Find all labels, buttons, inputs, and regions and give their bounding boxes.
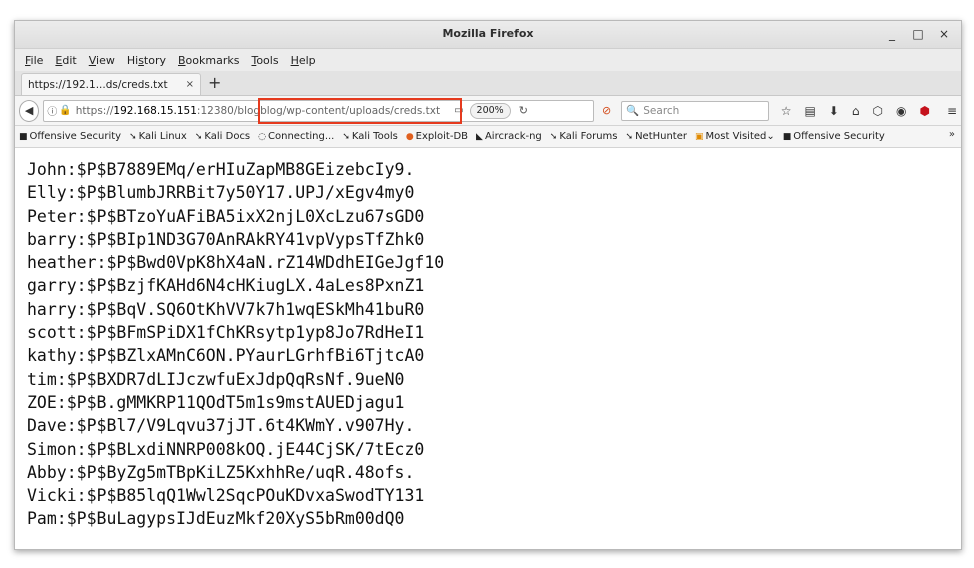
url-scheme: https://: [75, 104, 114, 117]
cred-line: tim:$P$BXDR7dLIJczwfuExJdpQqRsNf.9ueN0: [27, 369, 405, 389]
bookmark-connecting[interactable]: ◌ Connecting...: [258, 131, 334, 142]
info-icon[interactable]: ⓘ: [47, 103, 57, 118]
ublock-icon[interactable]: ⬢: [919, 104, 929, 118]
tab-creds[interactable]: https://192.1...ds/creds.txt ×: [21, 73, 201, 95]
tab-title: https://192.1...ds/creds.txt: [28, 78, 168, 91]
addon-icon[interactable]: ◉: [896, 104, 906, 118]
menu-tools[interactable]: Tools: [245, 54, 284, 67]
bookmark-exploit-db[interactable]: ● Exploit-DB: [406, 131, 468, 142]
menu-file[interactable]: File: [19, 54, 49, 67]
cred-line: Elly:$P$BlumbJRRBit7y50Y17.UPJ/xEgv4my0: [27, 183, 415, 203]
url-port: :12380: [196, 104, 234, 117]
url-bar[interactable]: ⓘ 🔒 https:// 192.168.15.151 :12380 /blog…: [43, 97, 594, 124]
navigation-bar: ◀ ⓘ 🔒 https:// 192.168.15.151 :12380 /bl…: [15, 96, 961, 126]
zoom-level[interactable]: 200%: [469, 102, 511, 119]
maximize-button[interactable]: □: [909, 25, 927, 43]
cred-line: kathy:$P$BZlxAMnC6ON.PYaurLGrhfBi6TjtcA0: [27, 346, 425, 366]
menu-bookmarks[interactable]: Bookmarks: [172, 54, 245, 67]
hamburger-menu-icon[interactable]: ≡: [947, 104, 957, 118]
bookmark-kali-docs[interactable]: ➘ Kali Docs: [195, 131, 250, 142]
library-icon[interactable]: ▤: [804, 104, 815, 118]
cred-line: John:$P$B7889EMq/erHIuZapMB8GEizebcIy9.: [27, 160, 415, 179]
bookmark-nethunter[interactable]: ➘ NetHunter: [626, 131, 687, 142]
title-bar: Mozilla Firefox _ □ ×: [15, 21, 961, 49]
back-button[interactable]: ◀: [19, 99, 40, 122]
search-icon: 🔍: [626, 105, 640, 117]
menu-edit[interactable]: Edit: [49, 54, 82, 67]
search-input[interactable]: 🔍 Search: [621, 100, 769, 121]
bookmark-aircrack-ng[interactable]: ◣ Aircrack-ng: [476, 131, 542, 142]
tab-strip: https://192.1...ds/creds.txt × +: [15, 71, 961, 96]
cred-line: Vicki:$P$B85lqQ1Wwl2SqcPOuKDvxaSwodTY131: [27, 486, 425, 506]
cred-line: scott:$P$BFmSPiDX1fChKRsytp1yp8Jo7RdHeI1: [27, 323, 425, 343]
url-host: 192.168.15.151: [113, 104, 197, 117]
search-placeholder: Search: [643, 104, 680, 117]
cred-line: Peter:$P$BTzoYuAFiBA5ixX2njL0XcLzu67sGD0: [27, 206, 425, 226]
cred-line: Abby:$P$ByZg5mTBpKiLZ5KxhhRe/uqR.48ofs.: [27, 462, 415, 482]
browser-window: Mozilla Firefox _ □ × File Edit View His…: [14, 20, 962, 550]
menu-help[interactable]: Help: [285, 54, 322, 67]
bookmarks-toolbar: ■ Offensive Security ➘ Kali Linux ➘ Kali Do…: [15, 126, 961, 148]
bookmark-kali-forums[interactable]: ➘ Kali Forums: [550, 131, 618, 142]
reload-icon[interactable]: ↻: [519, 104, 528, 117]
bookmarks-overflow-icon[interactable]: »: [949, 129, 955, 140]
cred-line: barry:$P$BIp1ND3G70AnRAkRY41vpVypsTfZhk0: [27, 229, 425, 249]
menu-bar: File Edit View History Bookmarks Tools H…: [15, 49, 961, 71]
minimize-button[interactable]: _: [883, 25, 901, 43]
bookmark-star-icon[interactable]: ☆: [781, 104, 792, 118]
menu-view[interactable]: View: [83, 54, 121, 67]
new-tab-button[interactable]: +: [208, 73, 221, 93]
download-icon[interactable]: ⬇: [829, 104, 839, 118]
cred-line: harry:$P$BqV.SQ6OtKhVV7k7h1wqESkMh41buR0: [27, 299, 425, 319]
close-window-button[interactable]: ×: [935, 25, 953, 43]
url-highlight-annotation: [258, 97, 463, 124]
bookmark-offensive-security-2[interactable]: ■ Offensive Security: [783, 131, 885, 142]
bookmark-kali-tools[interactable]: ➘ Kali Tools: [342, 131, 397, 142]
cred-line: ZOE:$P$B.gMMKRP11QOdT5m1s9mstAUEDjagu1: [27, 392, 405, 412]
home-icon[interactable]: ⌂: [852, 104, 860, 118]
pocket-icon[interactable]: ⊘: [602, 104, 611, 117]
pocket-toolbar-icon[interactable]: ⬡: [872, 104, 882, 118]
menu-history[interactable]: History: [121, 54, 172, 67]
tab-close-icon[interactable]: ×: [186, 79, 194, 90]
cred-line: Dave:$P$Bl7/V9Lqvu37jJT.6t4KWmY.v907Hy.: [27, 416, 415, 436]
cred-line: Pam:$P$BuLagypsIJdEuzMkf20XyS5bRm00dQ0: [27, 509, 405, 529]
insecure-lock-icon[interactable]: 🔒: [59, 105, 71, 116]
bookmark-offensive-security[interactable]: ■ Offensive Security: [19, 131, 121, 142]
cred-line: Simon:$P$BLxdiNNRP008kOQ.jE44CjSK/7tEcz0: [27, 439, 425, 459]
window-title: Mozilla Firefox: [442, 27, 534, 40]
cred-line: garry:$P$BzjfKAHd6N4cHKiugLX.4aLes8PxnZ1: [27, 276, 425, 296]
cred-line: heather:$P$Bwd0VpK8hX4aN.rZ14WDdhEIGeJgf…: [27, 253, 445, 273]
bookmark-kali-linux[interactable]: ➘ Kali Linux: [129, 131, 187, 142]
page-content: John:$P$B7889EMq/erHIuZapMB8GEizebcIy9. …: [15, 148, 961, 541]
bookmark-most-visited[interactable]: ▣ Most Visited ⌄: [695, 131, 775, 142]
